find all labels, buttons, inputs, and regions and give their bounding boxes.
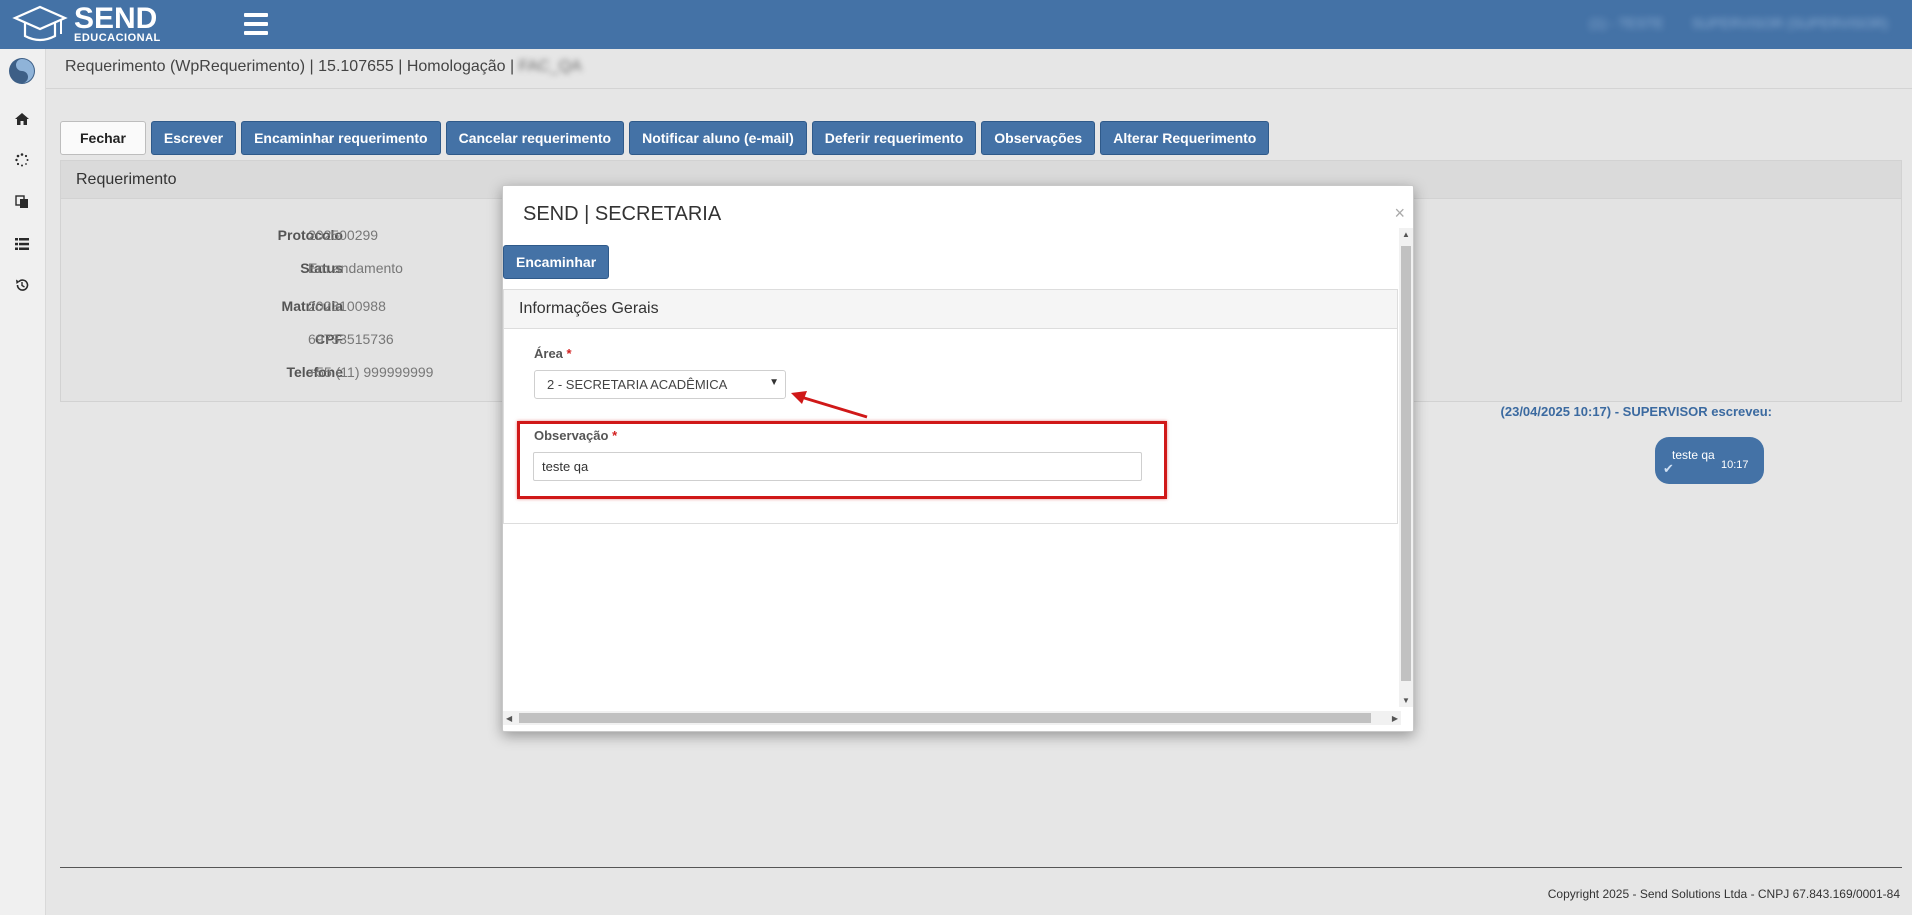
- edit-request-button[interactable]: Alterar Requerimento: [1100, 121, 1270, 155]
- environment-label: FAC_QA: [518, 58, 582, 75]
- spinner-icon[interactable]: [12, 150, 32, 170]
- forward-modal: SEND | SECRETARIA × Encaminhar Informaçõ…: [502, 185, 1414, 732]
- horizontal-scroll-thumb[interactable]: [519, 713, 1371, 723]
- dropdown-caret-icon: ▼: [769, 377, 779, 388]
- sidebar: [0, 49, 46, 915]
- chat-message-text: teste qa: [1672, 448, 1715, 462]
- horizontal-scrollbar[interactable]: ◀ ▶: [503, 711, 1401, 725]
- observations-button[interactable]: Observações: [981, 121, 1096, 155]
- cancel-request-button[interactable]: Cancelar requerimento: [445, 121, 625, 155]
- general-info-panel: Informações Gerais Área * 2 - SECRETARIA…: [503, 289, 1398, 524]
- forward-request-button[interactable]: Encaminhar requerimento: [241, 121, 441, 155]
- user-menu[interactable]: SUPERVISOR (SUPERVISOR): [1692, 15, 1888, 31]
- modal-title: SEND | SECRETARIA: [523, 203, 722, 225]
- list-icon[interactable]: [12, 234, 32, 254]
- send-logo[interactable]: SEND EDUCACIONAL: [12, 4, 182, 44]
- unit-menu[interactable]: (1) - TESTE: [1589, 15, 1663, 31]
- area-select-value: 2 - SECRETARIA ACADÊMICA: [547, 377, 728, 392]
- logo-title: SEND: [74, 2, 158, 35]
- scroll-down-icon[interactable]: ▼: [1402, 696, 1410, 705]
- status-value: Em andamento: [308, 260, 403, 276]
- forward-button[interactable]: Encaminhar: [503, 245, 610, 279]
- graduation-cap-icon: [12, 5, 68, 42]
- footer-divider: [60, 867, 1902, 868]
- general-info-title: Informações Gerais: [504, 290, 1397, 329]
- top-navbar: SEND EDUCACIONAL (1) - TESTE SUPERVISOR …: [0, 0, 1912, 49]
- chat-message-time: 10:17: [1721, 459, 1749, 471]
- home-icon[interactable]: [12, 109, 32, 129]
- approve-request-button[interactable]: Deferir requerimento: [811, 121, 977, 155]
- footer-copyright: Copyright 2025 - Send Solutions Ltda - C…: [1547, 887, 1900, 901]
- required-mark: *: [566, 346, 572, 361]
- close-button[interactable]: Fechar: [60, 121, 146, 155]
- protocol-value: 202500299: [308, 227, 379, 243]
- action-toolbar: Fechar Escrever Encaminhar requerimento …: [60, 121, 1270, 155]
- chat-message-header: (23/04/2025 10:17) - SUPERVISOR escreveu…: [1500, 404, 1772, 419]
- breadcrumb: Requerimento (WpRequerimento) | 15.10765…: [65, 58, 582, 76]
- vertical-scrollbar[interactable]: ▲ ▼: [1399, 228, 1413, 707]
- divider: [46, 88, 1912, 89]
- notify-student-button[interactable]: Notificar aluno (e-mail): [629, 121, 807, 155]
- copy-icon[interactable]: [12, 192, 32, 212]
- write-button[interactable]: Escrever: [150, 121, 237, 155]
- area-label: Área *: [534, 346, 572, 361]
- chat-bubble: teste qa ✔ 10:17: [1655, 437, 1764, 484]
- breadcrumb-text: Requerimento (WpRequerimento) | 15.10765…: [65, 58, 515, 75]
- area-select[interactable]: 2 - SECRETARIA ACADÊMICA ▼: [534, 370, 786, 399]
- observation-input[interactable]: [533, 452, 1142, 481]
- send-mini-logo-icon[interactable]: [7, 56, 37, 86]
- scroll-up-icon[interactable]: ▲: [1402, 230, 1410, 239]
- phone-value: +55 (11) 999999999: [308, 364, 434, 380]
- history-icon[interactable]: [12, 275, 32, 295]
- check-icon: ✔: [1663, 461, 1674, 476]
- cpf-value: 69733515736: [308, 331, 394, 347]
- scroll-right-icon[interactable]: ▶: [1392, 714, 1398, 723]
- observation-label: Observação *: [534, 428, 617, 443]
- observation-label-text: Observação: [534, 428, 609, 443]
- close-icon[interactable]: ×: [1394, 203, 1405, 224]
- hamburger-icon[interactable]: [244, 13, 268, 35]
- logo-subtitle: EDUCACIONAL: [74, 32, 161, 44]
- required-mark: *: [612, 428, 618, 443]
- area-label-text: Área: [534, 346, 563, 361]
- vertical-scroll-thumb[interactable]: [1401, 246, 1411, 681]
- enrollment-value: 2023100988: [308, 298, 386, 314]
- scroll-left-icon[interactable]: ◀: [506, 714, 512, 723]
